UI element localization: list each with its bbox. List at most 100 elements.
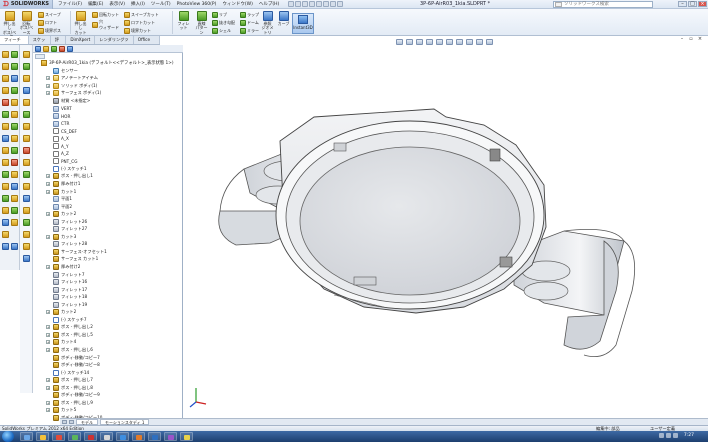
tree-item[interactable]: + ボス - 押し出し8 (46, 384, 182, 392)
tool-icon[interactable] (23, 243, 30, 250)
tab-render-tools[interactable]: レンダリングツール (95, 36, 134, 50)
expand-icon[interactable]: + (46, 174, 50, 179)
tool-icon[interactable] (23, 231, 30, 238)
tool-icon[interactable] (23, 171, 30, 178)
property-manager-tab-icon[interactable] (43, 45, 49, 52)
select-icon[interactable] (323, 1, 330, 7)
tree-item[interactable]: + カット2 (46, 210, 182, 218)
taskbar-app[interactable] (116, 432, 129, 441)
tree-item[interactable]: サーフェス-オフセット1 (46, 248, 182, 256)
tool-icon[interactable] (2, 219, 9, 226)
tree-item[interactable]: (-) スケッチ7 (46, 316, 182, 324)
tree-item[interactable]: + カット4 (46, 339, 182, 347)
print-icon[interactable] (309, 1, 316, 7)
display-style-icon[interactable] (446, 39, 453, 45)
tree-item[interactable]: ボディ-移動/コピー8 (46, 361, 182, 369)
tab-dimxpert[interactable]: DimXpert (66, 36, 96, 44)
hide-show-items-icon[interactable] (456, 39, 463, 45)
tool-icon[interactable] (11, 183, 18, 190)
tool-icon[interactable] (23, 159, 30, 166)
new-icon[interactable] (288, 1, 295, 7)
search-input[interactable]: ソリッドワークス検索 (553, 1, 653, 8)
expand-icon[interactable]: + (46, 234, 50, 239)
tool-icon[interactable] (2, 63, 9, 70)
tool-icon[interactable] (2, 135, 9, 142)
edit-appearance-icon[interactable] (466, 39, 473, 45)
rib-button[interactable]: リブ (212, 11, 227, 19)
menu-help[interactable]: ヘルプ(H) (256, 1, 282, 7)
menu-edit[interactable]: 編集(E) (85, 1, 106, 7)
expand-icon[interactable]: + (46, 325, 50, 330)
tool-icon[interactable] (11, 135, 18, 142)
graphics-viewport[interactable] (184, 45, 708, 418)
tree-item[interactable]: フィレット16 (46, 278, 182, 286)
expand-icon[interactable]: + (46, 181, 50, 186)
tree-item[interactable]: + ボス - 押し出し6 (46, 346, 182, 354)
tree-item[interactable]: 材質 <未指定> (46, 97, 182, 105)
revolved-cut-button[interactable]: 回転カット (92, 11, 119, 19)
tool-icon[interactable] (23, 75, 30, 82)
options-icon[interactable] (337, 1, 344, 7)
tool-icon[interactable] (11, 207, 18, 214)
tab-features[interactable]: フィーチャー (0, 36, 29, 50)
scroll-left-icon[interactable] (62, 420, 67, 424)
tool-icon[interactable] (23, 219, 30, 226)
tree-item[interactable]: サーフェス カット1 (46, 256, 182, 264)
zoom-to-fit-icon[interactable] (396, 39, 403, 45)
expand-icon[interactable]: + (46, 83, 50, 88)
extruded-cut-button[interactable]: 押し出し カット (73, 11, 88, 35)
volume-icon[interactable] (666, 433, 671, 438)
tree-item[interactable]: VERT (46, 105, 182, 113)
tree-item[interactable]: フィレット7 (46, 271, 182, 279)
tool-icon[interactable] (23, 183, 30, 190)
tool-icon[interactable] (2, 111, 9, 118)
tool-icon[interactable] (2, 147, 9, 154)
menu-window[interactable]: ウィンドウ(W) (219, 1, 255, 7)
tool-icon[interactable] (11, 219, 18, 226)
lofted-cut-button[interactable]: ロフトカット (124, 19, 155, 27)
tool-icon[interactable] (11, 99, 18, 106)
reference-geometry-button[interactable]: 参照 ジオメトリ (260, 11, 275, 35)
tool-icon[interactable] (11, 75, 18, 82)
linear-pattern-button[interactable]: 直線 パターン (194, 11, 209, 35)
tool-icon[interactable] (2, 183, 9, 190)
display-manager-tab-icon[interactable] (67, 45, 73, 52)
flag-icon[interactable] (673, 433, 678, 438)
expand-icon[interactable]: + (46, 189, 50, 194)
tool-icon[interactable] (2, 87, 9, 94)
tree-item[interactable]: A_Y (46, 142, 182, 150)
tree-item[interactable]: フィレット17 (46, 286, 182, 294)
tool-icon[interactable] (11, 159, 18, 166)
save-icon[interactable] (302, 1, 309, 7)
instant3d-button[interactable]: Instant3D (292, 13, 314, 34)
tree-item[interactable]: + アノテートアイテム (46, 75, 182, 83)
menu-insert[interactable]: 挿入(I) (128, 1, 148, 7)
tree-item[interactable]: (-) スケッチ1 (46, 165, 182, 173)
tree-item[interactable]: フィレット28 (46, 241, 182, 249)
tree-item[interactable]: A_X (46, 135, 182, 143)
viewport-minimize-button[interactable]: – (678, 37, 686, 43)
tool-icon[interactable] (23, 135, 30, 142)
tab-office-products[interactable]: Office 製品 (134, 36, 160, 50)
scroll-right-icon[interactable] (69, 420, 74, 424)
taskbar-app[interactable] (84, 432, 97, 441)
maximize-button[interactable]: □ (688, 1, 697, 7)
tool-icon[interactable] (11, 147, 18, 154)
taskbar-app[interactable] (180, 432, 193, 441)
undo-icon[interactable] (316, 1, 323, 7)
tool-icon[interactable] (11, 243, 18, 250)
tree-filter-button[interactable] (35, 54, 45, 59)
tree-item[interactable]: + ボス - 押し出し7 (46, 376, 182, 384)
dimxpert-manager-tab-icon[interactable] (59, 45, 65, 52)
solidworks-logo[interactable]: ᗪ SOLIDWORKS (0, 0, 53, 9)
tree-item[interactable]: PNT_CG (46, 158, 182, 166)
tree-item[interactable]: CS_DEF (46, 127, 182, 135)
tree-item[interactable]: (-) スケッチ14 (46, 369, 182, 377)
tool-icon[interactable] (11, 171, 18, 178)
mirror-button[interactable]: ミラー (240, 27, 259, 35)
tree-item[interactable]: + カット5 (46, 407, 182, 415)
tool-icon[interactable] (11, 123, 18, 130)
tree-item[interactable]: + カット1 (46, 188, 182, 196)
tree-item[interactable]: 平面2 (46, 203, 182, 211)
sweep-button[interactable]: スイープ (38, 11, 61, 19)
